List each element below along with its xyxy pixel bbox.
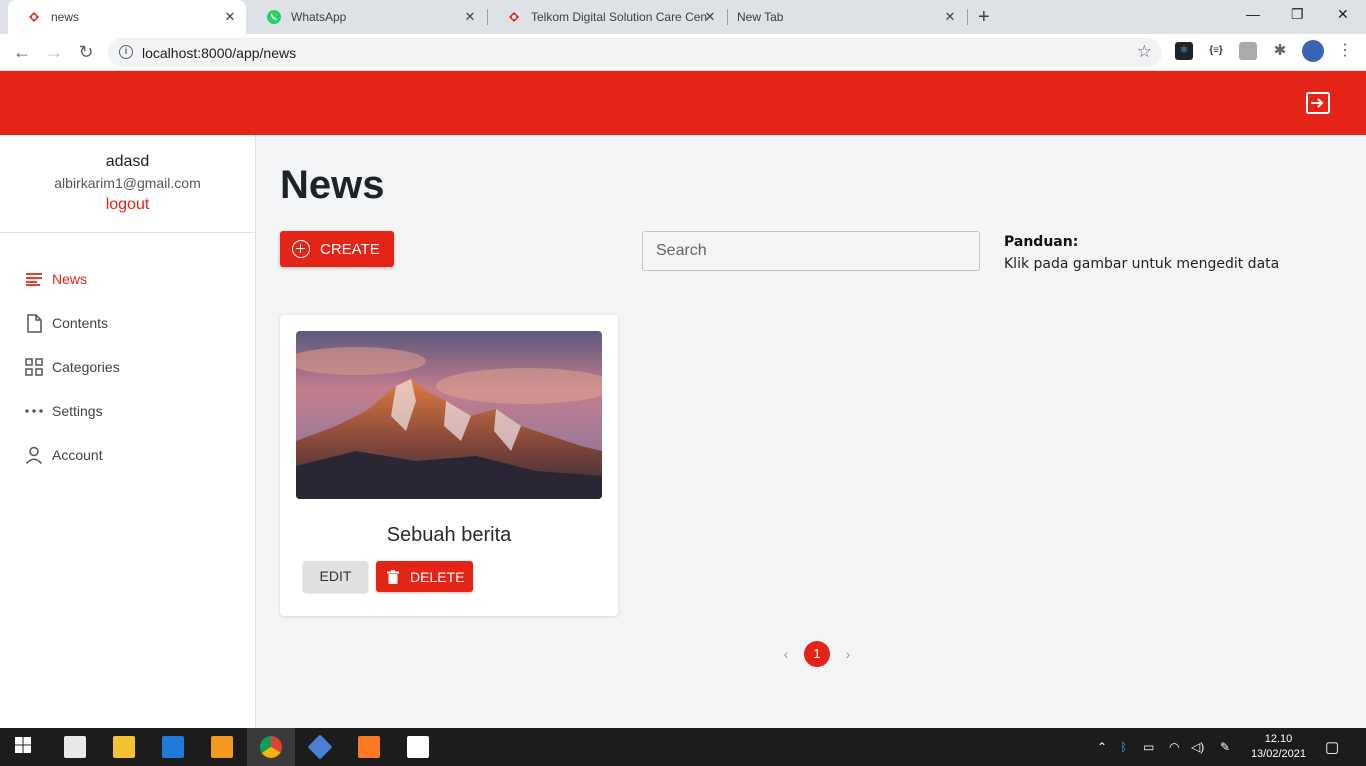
- sidebar-item-label: News: [52, 271, 88, 287]
- task-view-icon[interactable]: [64, 736, 86, 758]
- sidebar-item-settings[interactable]: Settings: [24, 397, 103, 425]
- tab-title: WhatsApp: [291, 10, 347, 24]
- main-content: News CREATE Panduan: Klik pada gambar un…: [256, 135, 1366, 728]
- browser-tabstrip: news ✕ WhatsApp ✕ Telkom Digital Solutio…: [0, 0, 1366, 34]
- person-icon: [24, 445, 44, 465]
- puzzle-extensions-icon[interactable]: ✱: [1271, 42, 1289, 60]
- new-tab-plus-icon[interactable]: +: [978, 7, 990, 27]
- photos-icon[interactable]: [407, 736, 429, 758]
- add-circle-icon: [292, 240, 310, 258]
- tab-title: news: [51, 10, 80, 24]
- volume-icon[interactable]: ◁): [1191, 740, 1204, 754]
- xampp-icon[interactable]: [358, 736, 380, 758]
- browser-tab-newtab[interactable]: New Tab ✕: [728, 0, 966, 34]
- guide-title: Panduan:: [1004, 234, 1079, 250]
- chevron-left-icon[interactable]: ‹: [776, 646, 796, 662]
- guide-note: Panduan: Klik pada gambar untuk mengedit…: [1004, 234, 1279, 272]
- browser-tab-whatsapp[interactable]: WhatsApp ✕: [248, 0, 486, 34]
- bluetooth-icon[interactable]: ᛒ: [1120, 740, 1127, 754]
- windows-start-icon[interactable]: [14, 736, 36, 758]
- minimize-icon[interactable]: —: [1246, 6, 1260, 22]
- page-title: News: [280, 163, 385, 207]
- wifi-icon[interactable]: ◠: [1169, 740, 1179, 754]
- exit-icon[interactable]: [1306, 92, 1330, 114]
- address-url[interactable]: localhost:8000/app/news: [142, 45, 296, 61]
- sidebar-item-label: Account: [52, 447, 103, 463]
- avatar[interactable]: [1302, 40, 1324, 62]
- chevron-right-icon[interactable]: ›: [838, 646, 858, 662]
- battery-icon[interactable]: ▭: [1143, 740, 1154, 754]
- browser-tab-telkom[interactable]: Telkom Digital Solution Care Cen ✕: [488, 0, 726, 34]
- close-window-icon[interactable]: ✕: [1337, 6, 1349, 23]
- trash-icon: [387, 569, 399, 584]
- sidebar-item-label: Contents: [52, 315, 109, 331]
- vscode-icon[interactable]: [162, 736, 184, 758]
- chrome-icon[interactable]: [260, 736, 282, 758]
- sidebar-item-contents[interactable]: Contents: [24, 309, 108, 337]
- system-clock[interactable]: 12.10 13/02/2021: [1251, 732, 1306, 762]
- sidebar-item-account[interactable]: Account: [24, 441, 103, 469]
- clock-time: 12.10: [1264, 733, 1293, 745]
- browser-toolbar: ← → ↻ i localhost:8000/app/news ☆ ⚛ {≡} …: [0, 34, 1366, 71]
- grid-icon: [24, 357, 44, 377]
- sidebar: adasd albirkarim1@gmail.com logout News …: [0, 135, 256, 728]
- sidebar-item-news[interactable]: News: [24, 265, 87, 293]
- sidebar-item-label: Settings: [52, 403, 103, 419]
- tab-title: Telkom Digital Solution Care Cen: [531, 10, 707, 24]
- bookmark-star-icon[interactable]: ☆: [1137, 42, 1152, 62]
- clock-date: 13/02/2021: [1250, 748, 1306, 760]
- sublime-text-icon[interactable]: [211, 736, 233, 758]
- user-name: adasd: [105, 153, 150, 170]
- sidebar-item-categories[interactable]: Categories: [24, 353, 120, 381]
- delete-button[interactable]: DELETE: [376, 561, 473, 592]
- tab-title: New Tab: [737, 10, 784, 24]
- document-icon: [24, 313, 44, 333]
- extension-icon[interactable]: [1239, 42, 1257, 60]
- notification-icon[interactable]: ▢: [1325, 738, 1339, 756]
- git-icon[interactable]: [307, 734, 333, 760]
- forward-arrow-icon[interactable]: →: [42, 41, 66, 63]
- close-tab-icon[interactable]: ✕: [702, 9, 718, 25]
- logout-link[interactable]: logout: [0, 196, 255, 214]
- pagination: ‹ 1 ›: [776, 641, 858, 667]
- close-tab-icon[interactable]: ✕: [462, 9, 478, 25]
- reload-icon[interactable]: ↻: [74, 41, 98, 63]
- whatsapp-favicon-icon: [266, 9, 282, 25]
- lines-icon: [24, 269, 44, 289]
- guide-text: Klik pada gambar untuk mengedit data: [1004, 256, 1280, 272]
- sidebar-item-label: Categories: [52, 359, 120, 375]
- news-image[interactable]: [296, 331, 602, 499]
- user-email: albirkarim1@gmail.com: [54, 175, 201, 191]
- create-button-label: CREATE: [320, 240, 380, 258]
- news-card-title: Sebuah berita: [386, 524, 512, 546]
- delete-button-label: DELETE: [410, 568, 465, 585]
- back-arrow-icon[interactable]: ←: [10, 41, 34, 63]
- chevron-up-icon[interactable]: ⌃: [1097, 740, 1107, 754]
- search-input[interactable]: [642, 231, 980, 271]
- telkom-favicon-icon: [26, 9, 42, 25]
- close-tab-icon[interactable]: ✕: [222, 9, 238, 25]
- browser-tab-news[interactable]: news ✕: [8, 0, 246, 34]
- user-profile: adasd albirkarim1@gmail.com logout: [0, 135, 255, 233]
- edit-button[interactable]: EDIT: [303, 561, 368, 592]
- pen-icon[interactable]: ✎: [1220, 740, 1230, 754]
- create-button[interactable]: CREATE: [280, 231, 394, 267]
- react-devtools-icon[interactable]: ⚛: [1175, 42, 1193, 60]
- news-card: Sebuah berita EDIT DELETE: [280, 315, 618, 616]
- json-viewer-icon[interactable]: {≡}: [1207, 42, 1225, 60]
- page-1-button[interactable]: 1: [804, 641, 830, 667]
- tab-divider: [967, 9, 968, 25]
- file-explorer-icon[interactable]: [113, 736, 135, 758]
- site-info-icon[interactable]: i: [119, 45, 133, 59]
- windows-taskbar: ⌃ ᛒ ▭ ◠ ◁) ✎ 12.10 13/02/2021 ▢: [0, 728, 1366, 766]
- address-bar[interactable]: i localhost:8000/app/news ☆: [108, 38, 1162, 67]
- close-tab-icon[interactable]: ✕: [942, 9, 958, 25]
- telkom-favicon-icon: [506, 9, 522, 25]
- restore-icon[interactable]: ❐: [1291, 6, 1304, 23]
- dots-icon: [24, 401, 44, 421]
- kebab-menu-icon[interactable]: ⋮: [1336, 42, 1354, 60]
- app-header: [0, 71, 1366, 135]
